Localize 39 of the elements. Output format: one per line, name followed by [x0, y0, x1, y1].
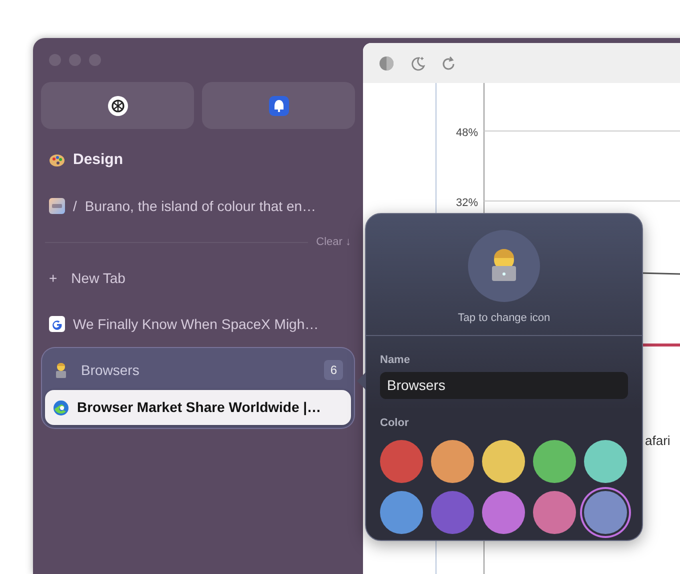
palette-icon: [49, 152, 65, 168]
tab-count: 6: [324, 360, 343, 380]
axis-label: 48%: [456, 127, 478, 139]
tab-item[interactable]: / Burano, the island of colour that en…: [41, 183, 355, 229]
color-swatch[interactable]: [380, 490, 423, 534]
color-swatch[interactable]: [533, 490, 576, 534]
person-at-laptop-icon: [53, 362, 69, 378]
knot-logo-icon: [108, 96, 128, 116]
clear-button[interactable]: Clear ↓: [316, 234, 351, 250]
moon-icon: [410, 56, 425, 70]
color-swatch[interactable]: [533, 440, 576, 482]
pinned-tab[interactable]: [41, 82, 194, 129]
half-circle-icon: [379, 56, 394, 70]
color-swatch[interactable]: [380, 440, 423, 482]
axis-label: 32%: [456, 197, 478, 209]
tab-item[interactable]: We Finally Know When SpaceX Migh…: [41, 301, 355, 347]
icon-caption[interactable]: Tap to change icon: [458, 310, 550, 326]
field-label: Name: [380, 352, 411, 368]
tab-item[interactable]: Browser Market Share Worldwide |…: [45, 390, 351, 425]
new-tab-button[interactable]: + New Tab: [41, 255, 355, 301]
bell-logo-icon: [268, 96, 288, 116]
rainbow-square-icon: [49, 198, 65, 214]
g-logo-icon: [49, 316, 65, 332]
folder-label[interactable]: Design: [73, 148, 124, 172]
legend-label: afari: [645, 433, 670, 448]
color-swatch[interactable]: [431, 440, 474, 482]
color-swatch[interactable]: [482, 440, 525, 482]
field-label: Color: [380, 416, 410, 431]
swirl-logo-icon: [53, 400, 69, 416]
reload-icon: [441, 56, 456, 70]
color-swatch[interactable]: [584, 490, 627, 534]
separator-text: /: [73, 196, 77, 216]
group-name[interactable]: Browsers: [81, 360, 316, 380]
color-swatch[interactable]: [482, 490, 525, 534]
popover-pointer: [357, 372, 366, 390]
color-swatch[interactable]: [431, 490, 474, 534]
color-swatch[interactable]: [584, 440, 627, 482]
person-at-laptop-avatar: [468, 230, 540, 302]
name-field[interactable]: Browsers: [380, 372, 628, 399]
